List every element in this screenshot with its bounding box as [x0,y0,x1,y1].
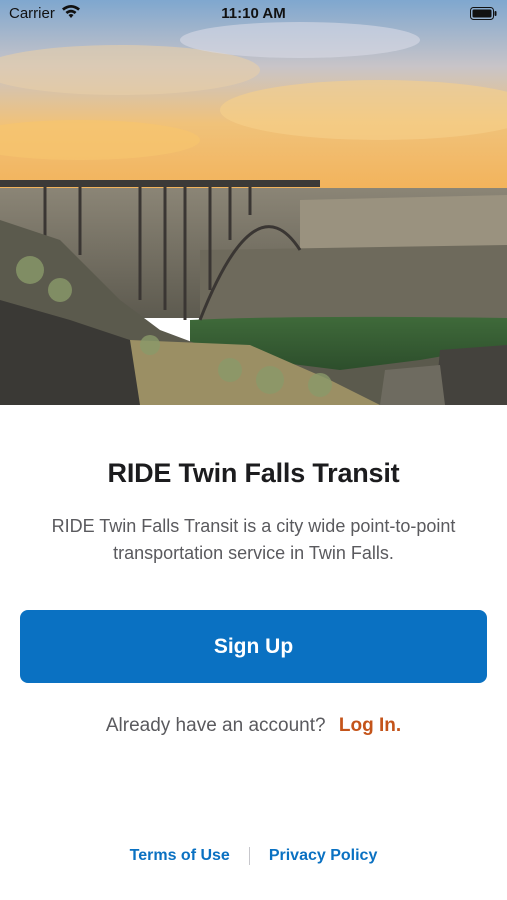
footer-divider [248,847,250,865]
privacy-policy-link[interactable]: Privacy Policy [269,847,378,865]
log-in-link[interactable]: Log In. [339,715,401,736]
status-bar: Carrier 11:10 AM [0,0,507,28]
footer-links: Terms of Use Privacy Policy [0,847,507,865]
app-description: RIDE Twin Falls Transit is a city wide p… [51,516,456,563]
terms-of-use-link[interactable]: Terms of Use [130,847,230,865]
status-time: 11:10 AM [221,5,286,22]
login-prompt-row: Already have an account? Log In. [0,715,507,737]
canyon-bridge-photo [0,0,507,405]
battery-icon [470,7,497,20]
app-title: RIDE Twin Falls Transit [107,458,400,488]
hero-image [0,0,507,405]
login-prompt-text: Already have an account? [105,715,326,736]
sign-up-button[interactable]: Sign Up [20,610,487,683]
